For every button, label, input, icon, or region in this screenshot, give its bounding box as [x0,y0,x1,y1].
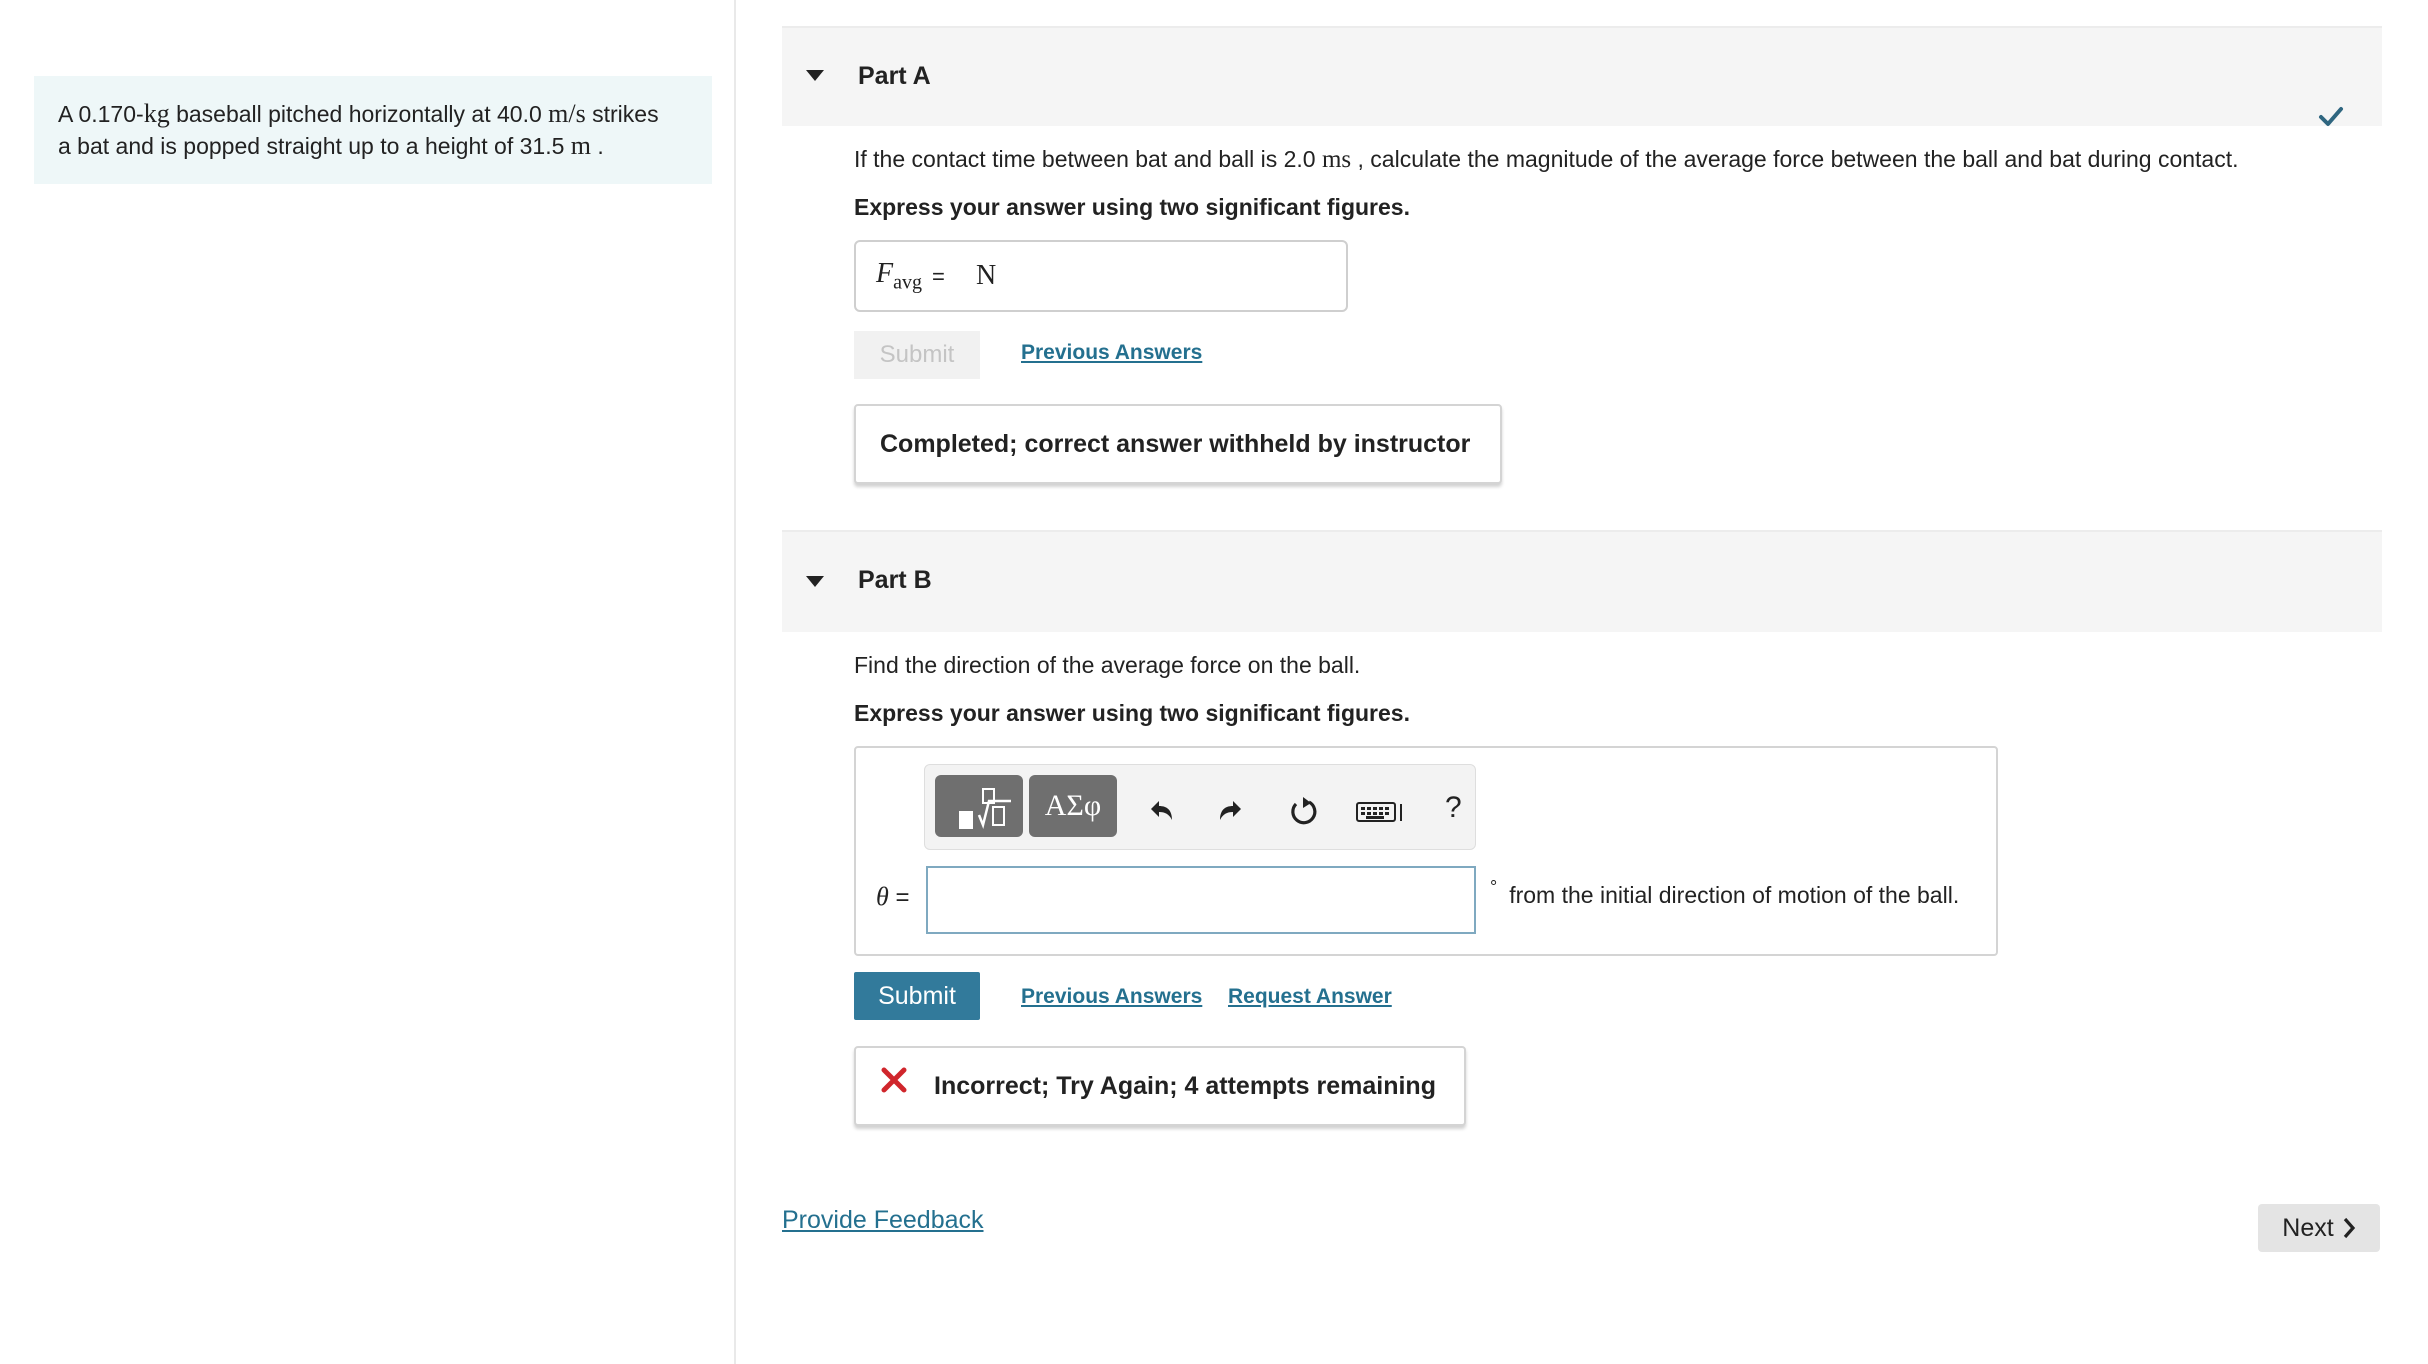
time-unit: ms [1321,146,1352,173]
reset-icon[interactable] [1287,795,1319,827]
part-b-previous-answers-link[interactable]: Previous Answers [1021,985,1202,1009]
favg-symbol: F [876,258,894,289]
height-unit: m [570,131,592,160]
part-a-submit-button[interactable]: Submit [854,331,980,379]
undo-icon[interactable] [1145,795,1177,827]
part-a-prompt: If the contact time between bat and ball… [854,146,2239,174]
part-a-feedback: Completed; correct answer withheld by in… [854,404,1502,484]
problem-text: baseball pitched horizontally at 40.0 [169,101,549,127]
theta-answer-input[interactable] [926,866,1476,934]
favg-equals: = [932,264,945,289]
degree-symbol: ° [1490,877,1498,897]
part-a-instruction: Express your answer using two significan… [854,194,1410,220]
symbols-label: ΑΣφ [1044,789,1102,822]
part-b-prompt: Find the direction of the average force … [854,652,1361,678]
theta-equals: = [888,884,910,911]
suffix-text: from the initial direction of motion of … [1509,882,1960,908]
problem-text: a bat and is popped straight up to a hei… [58,133,571,159]
math-toolbar: ΑΣφ ? [924,764,1476,850]
request-answer-link[interactable]: Request Answer [1228,985,1392,1009]
degree-suffix: ° from the initial direction of motion of… [1490,877,1960,909]
part-b-submit-button[interactable]: Submit [854,972,980,1020]
part-a-previous-answers-link[interactable]: Previous Answers [1021,341,1202,365]
speed-unit: m/s [548,99,586,128]
problem-statement: A 0.170-kg baseball pitched horizontally… [34,76,712,184]
problem-text: . [591,133,604,159]
favg-label: Favg [876,258,922,295]
part-b-feedback: Incorrect; Try Again; 4 attempts remaini… [854,1046,1466,1126]
favg-subscript: avg [893,271,922,294]
part-a-feedback-text: Completed; correct answer withheld by in… [880,430,1471,458]
prompt-text: If the contact time between bat and ball… [854,146,1322,172]
part-b-title: Part B [858,566,932,594]
problem-text: strikes [585,101,659,127]
part-b-feedback-text: Incorrect; Try Again; 4 attempts remaini… [934,1072,1436,1100]
next-button[interactable]: Next [2258,1204,2380,1252]
part-a-header[interactable]: Part A [782,26,2382,126]
chevron-right-icon [2343,1217,2355,1239]
part-b-instruction: Express your answer using two significan… [854,700,1410,726]
mass-unit: kg [143,99,170,128]
provide-feedback-link[interactable]: Provide Feedback [782,1206,984,1235]
favg-unit: N [976,260,997,291]
templates-icon[interactable] [935,775,1023,837]
problem-text: A 0.170- [58,101,144,127]
part-b-header[interactable]: Part B [782,530,2382,632]
part-a-title: Part A [858,62,931,90]
help-button[interactable]: ? [1445,791,1462,825]
prompt-text: , calculate the magnitude of the average… [1351,146,2239,172]
symbols-button[interactable]: ΑΣφ [1029,775,1117,837]
check-icon [2319,107,2343,126]
favg-answer-field[interactable]: Favg = N [854,240,1348,312]
keyboard-icon[interactable] [1355,795,1407,827]
panel-divider [734,0,736,1364]
error-x-icon [881,1067,907,1093]
redo-icon[interactable] [1215,795,1247,827]
theta-label: θ = [876,882,909,912]
collapse-arrow-icon[interactable] [806,576,824,587]
theta-symbol: θ [876,882,889,911]
collapse-arrow-icon[interactable] [806,70,824,81]
next-label: Next [2282,1213,2334,1242]
